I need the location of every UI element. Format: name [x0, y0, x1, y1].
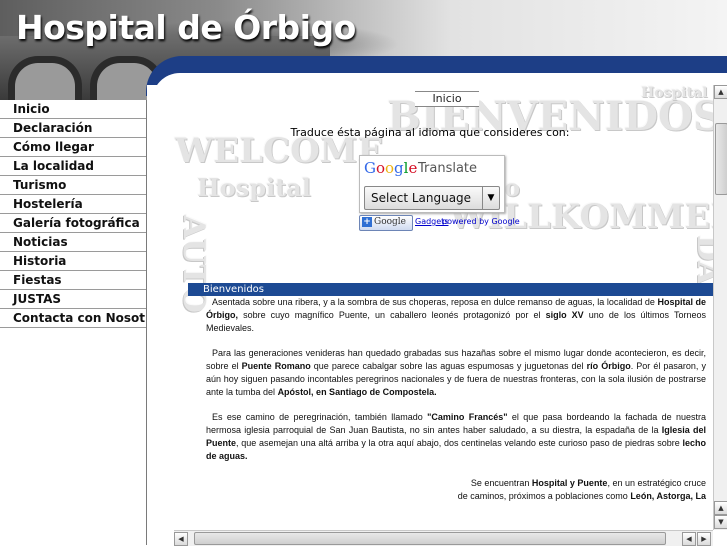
text-run: , en un estratégico cruce — [607, 478, 706, 488]
scroll-up-icon[interactable]: ▲ — [714, 85, 727, 99]
tab-inicio[interactable]: Inicio — [415, 91, 479, 107]
nav-item-la-localidad[interactable]: La localidad — [0, 157, 146, 176]
google-logo: Google — [364, 159, 418, 177]
sidebar-nav: Inicio Declaración Cómo llegar La locali… — [0, 100, 166, 328]
bold-text: León, Astorga, La — [630, 491, 706, 501]
panel-header: Bienvenidos — [188, 283, 713, 296]
vertical-scroll-thumb[interactable] — [715, 123, 727, 195]
watermark-hospital: Hospital — [197, 173, 311, 202]
nav-item-turismo[interactable]: Turismo — [0, 176, 146, 195]
nav-item-como-llegar[interactable]: Cómo llegar — [0, 138, 146, 157]
nav-item-fiestas[interactable]: Fiestas — [0, 271, 146, 290]
bold-text: "Camino Francés" — [427, 412, 508, 422]
bold-text: siglo XV — [545, 310, 584, 320]
scroll-right-icon[interactable]: ▶ — [697, 532, 711, 546]
horizontal-scroll-thumb[interactable] — [194, 532, 666, 545]
add-to-google-button-label: Google — [374, 217, 406, 227]
text-run: de caminos, próximos a poblaciones como — [457, 491, 631, 501]
site-title: Hospital de Órbigo — [16, 8, 356, 47]
translate-word: Translate — [418, 161, 478, 176]
text-run: sobre cuyo magnífico Puente, un caballer… — [238, 310, 546, 320]
nav-item-historia[interactable]: Historia — [0, 252, 146, 271]
bold-text: Apóstol, en Santiago de Compostela. — [277, 387, 437, 397]
nav-item-contacta[interactable]: Contacta con Nosotros — [0, 309, 166, 328]
nav-item-galeria-fotografica[interactable]: Galería fotográfica — [0, 214, 146, 233]
nav-item-inicio[interactable]: Inicio — [0, 100, 146, 119]
bold-text: río Órbigo — [586, 361, 631, 371]
text-run: que parece cabalgar sobre las aguas espu… — [310, 361, 587, 371]
bold-text: Hospital y Puente — [531, 478, 608, 488]
welcome-paragraph: Es ese camino de peregrinación, también … — [206, 411, 706, 463]
welcome-paragraph: Asentada sobre una ribera, y a la sombra… — [206, 296, 706, 335]
watermark-right-vertical: DA — [690, 235, 713, 285]
language-select[interactable]: Select Language ▼ — [364, 186, 500, 210]
text-run: Se encuentran — [470, 478, 532, 488]
text-run: Asentada sobre una ribera, y a la sombra… — [212, 297, 658, 307]
powered-by-google-link[interactable]: powered by Google — [442, 217, 520, 226]
text-run: Es ese camino de peregrinación, también … — [212, 412, 428, 422]
scroll-up-icon[interactable]: ▲ — [714, 501, 727, 515]
bridge-arch-image — [8, 56, 82, 100]
google-translate-widget: Google Translate Select Language ▼ — [359, 155, 505, 213]
text-run: , que asemejan una altá arriba y la otra… — [236, 438, 683, 448]
nav-item-declaracion[interactable]: Declaración — [0, 119, 146, 138]
add-to-google-button[interactable]: + Google — [359, 215, 413, 231]
language-select-value: Select Language — [371, 191, 472, 205]
content-iframe: BIENVENIDOS Hospital WELCOME Hospital o … — [147, 85, 713, 530]
welcome-paragraph-partial: Se encuentran Hospital y Puente, en un e… — [206, 477, 706, 490]
welcome-panel: Bienvenidos Asentada sobre una ribera, y… — [188, 283, 713, 530]
panel-body: Asentada sobre una ribera, y a la sombra… — [188, 296, 706, 503]
panel-title: Bienvenidos — [203, 284, 264, 295]
nav-item-noticias[interactable]: Noticias — [0, 233, 146, 252]
dropdown-arrow-icon[interactable]: ▼ — [482, 187, 499, 209]
translate-prompt: Traduce ésta página al idioma que consid… — [290, 126, 570, 139]
welcome-paragraph: Para las generaciones venideras han qued… — [206, 347, 706, 399]
scroll-left-icon[interactable]: ◀ — [682, 532, 696, 546]
vertical-scrollbar[interactable]: ▲ ▲ ▼ — [713, 85, 727, 530]
scroll-down-icon[interactable]: ▼ — [714, 515, 727, 529]
bold-text: Puente Romano — [241, 361, 311, 371]
welcome-paragraph-partial: de caminos, próximos a poblaciones como … — [206, 490, 706, 503]
scroll-left-icon[interactable]: ◀ — [174, 532, 188, 546]
horizontal-scrollbar[interactable]: ◀ ◀ ▶ — [174, 530, 713, 546]
nav-item-hosteleria[interactable]: Hostelería — [0, 195, 146, 214]
plus-icon: + — [362, 217, 372, 227]
watermark-hospital-top: Hospital — [641, 85, 708, 101]
nav-item-justas[interactable]: JUSTAS — [0, 290, 146, 309]
